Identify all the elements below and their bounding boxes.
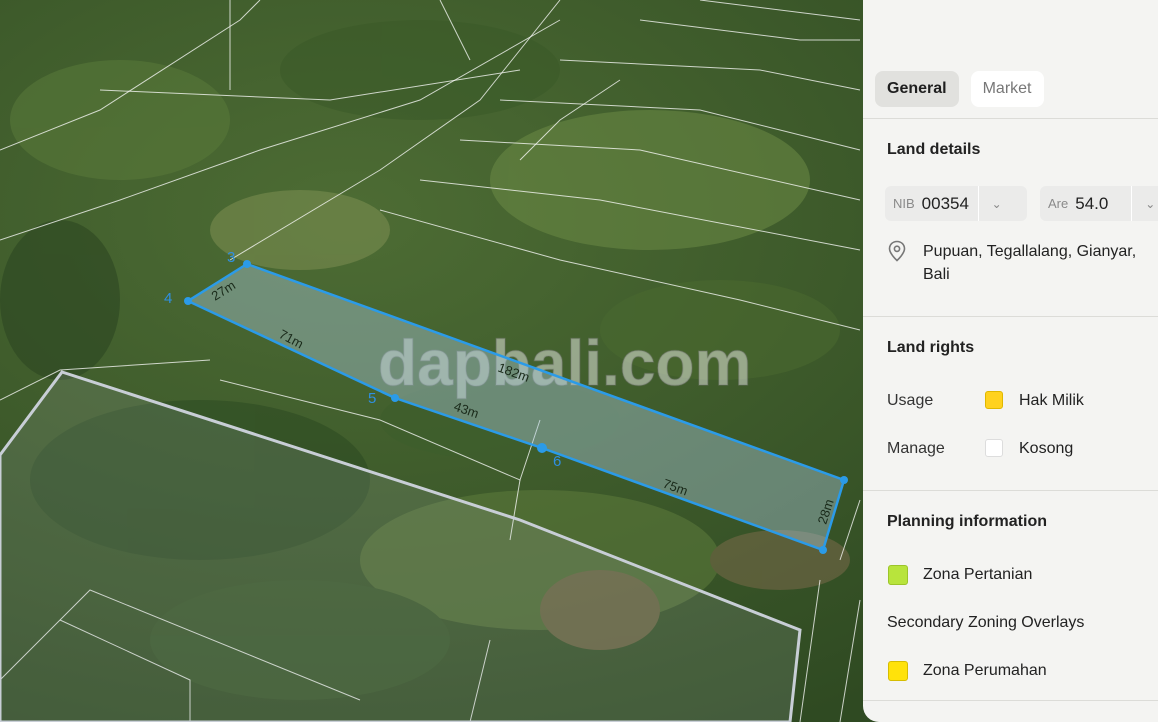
divider: [863, 316, 1158, 317]
vertex-label-3: 3: [227, 249, 235, 266]
overlays-title: Secondary Zoning Overlays: [887, 614, 1085, 631]
overlay-swatch: [888, 661, 908, 681]
address-text: Pupuan, Tegallalang, Gianyar, Bali: [923, 243, 1137, 283]
chevron-down-icon[interactable]: ⌄: [979, 197, 1015, 211]
vertex-dot[interactable]: [184, 297, 192, 305]
manage-label: Manage: [887, 440, 945, 457]
nib-value: 00354: [921, 193, 969, 213]
parcel-info-panel: General Market Land details NIB 00354 ⌄ …: [863, 0, 1158, 722]
area-field[interactable]: Are 54.0 ⌄: [1040, 186, 1158, 221]
land-rights-title: Land rights: [887, 339, 975, 356]
nib-prefix: NIB: [893, 196, 915, 211]
tab-market[interactable]: Market: [970, 71, 1044, 107]
usage-value: Hak Milik: [1019, 392, 1084, 409]
zone-value: Zona Pertanian: [923, 566, 1033, 583]
divider: [863, 490, 1158, 491]
usage-label: Usage: [887, 392, 934, 409]
vertex-label-4: 4: [164, 290, 172, 307]
area-prefix: Are: [1048, 196, 1069, 211]
usage-swatch: [985, 391, 1003, 409]
overlay-value: Zona Perumahan: [923, 662, 1047, 679]
vertex-dot[interactable]: [840, 476, 848, 484]
vertex-dot[interactable]: [243, 260, 251, 268]
planning-title: Planning information: [887, 513, 1047, 530]
panel-tabs: General Market: [875, 71, 1044, 107]
land-details-title: Land details: [887, 141, 981, 158]
vertex-dot[interactable]: [819, 546, 827, 554]
tab-general[interactable]: General: [875, 71, 959, 107]
nib-field[interactable]: NIB 00354 ⌄: [885, 186, 1027, 221]
manage-swatch: [985, 439, 1003, 457]
location-pin-icon: [888, 240, 906, 262]
zone-swatch: [888, 565, 908, 585]
vertex-dot[interactable]: [391, 394, 399, 402]
divider: [863, 700, 1158, 701]
manage-value: Kosong: [1019, 440, 1074, 457]
area-value: 54.0: [1075, 193, 1109, 213]
chevron-down-icon[interactable]: ⌄: [1132, 197, 1158, 211]
vertex-label-6: 6: [553, 453, 561, 470]
divider: [863, 118, 1158, 119]
vertex-dot[interactable]: [537, 443, 547, 453]
vertex-label-5: 5: [368, 390, 376, 407]
